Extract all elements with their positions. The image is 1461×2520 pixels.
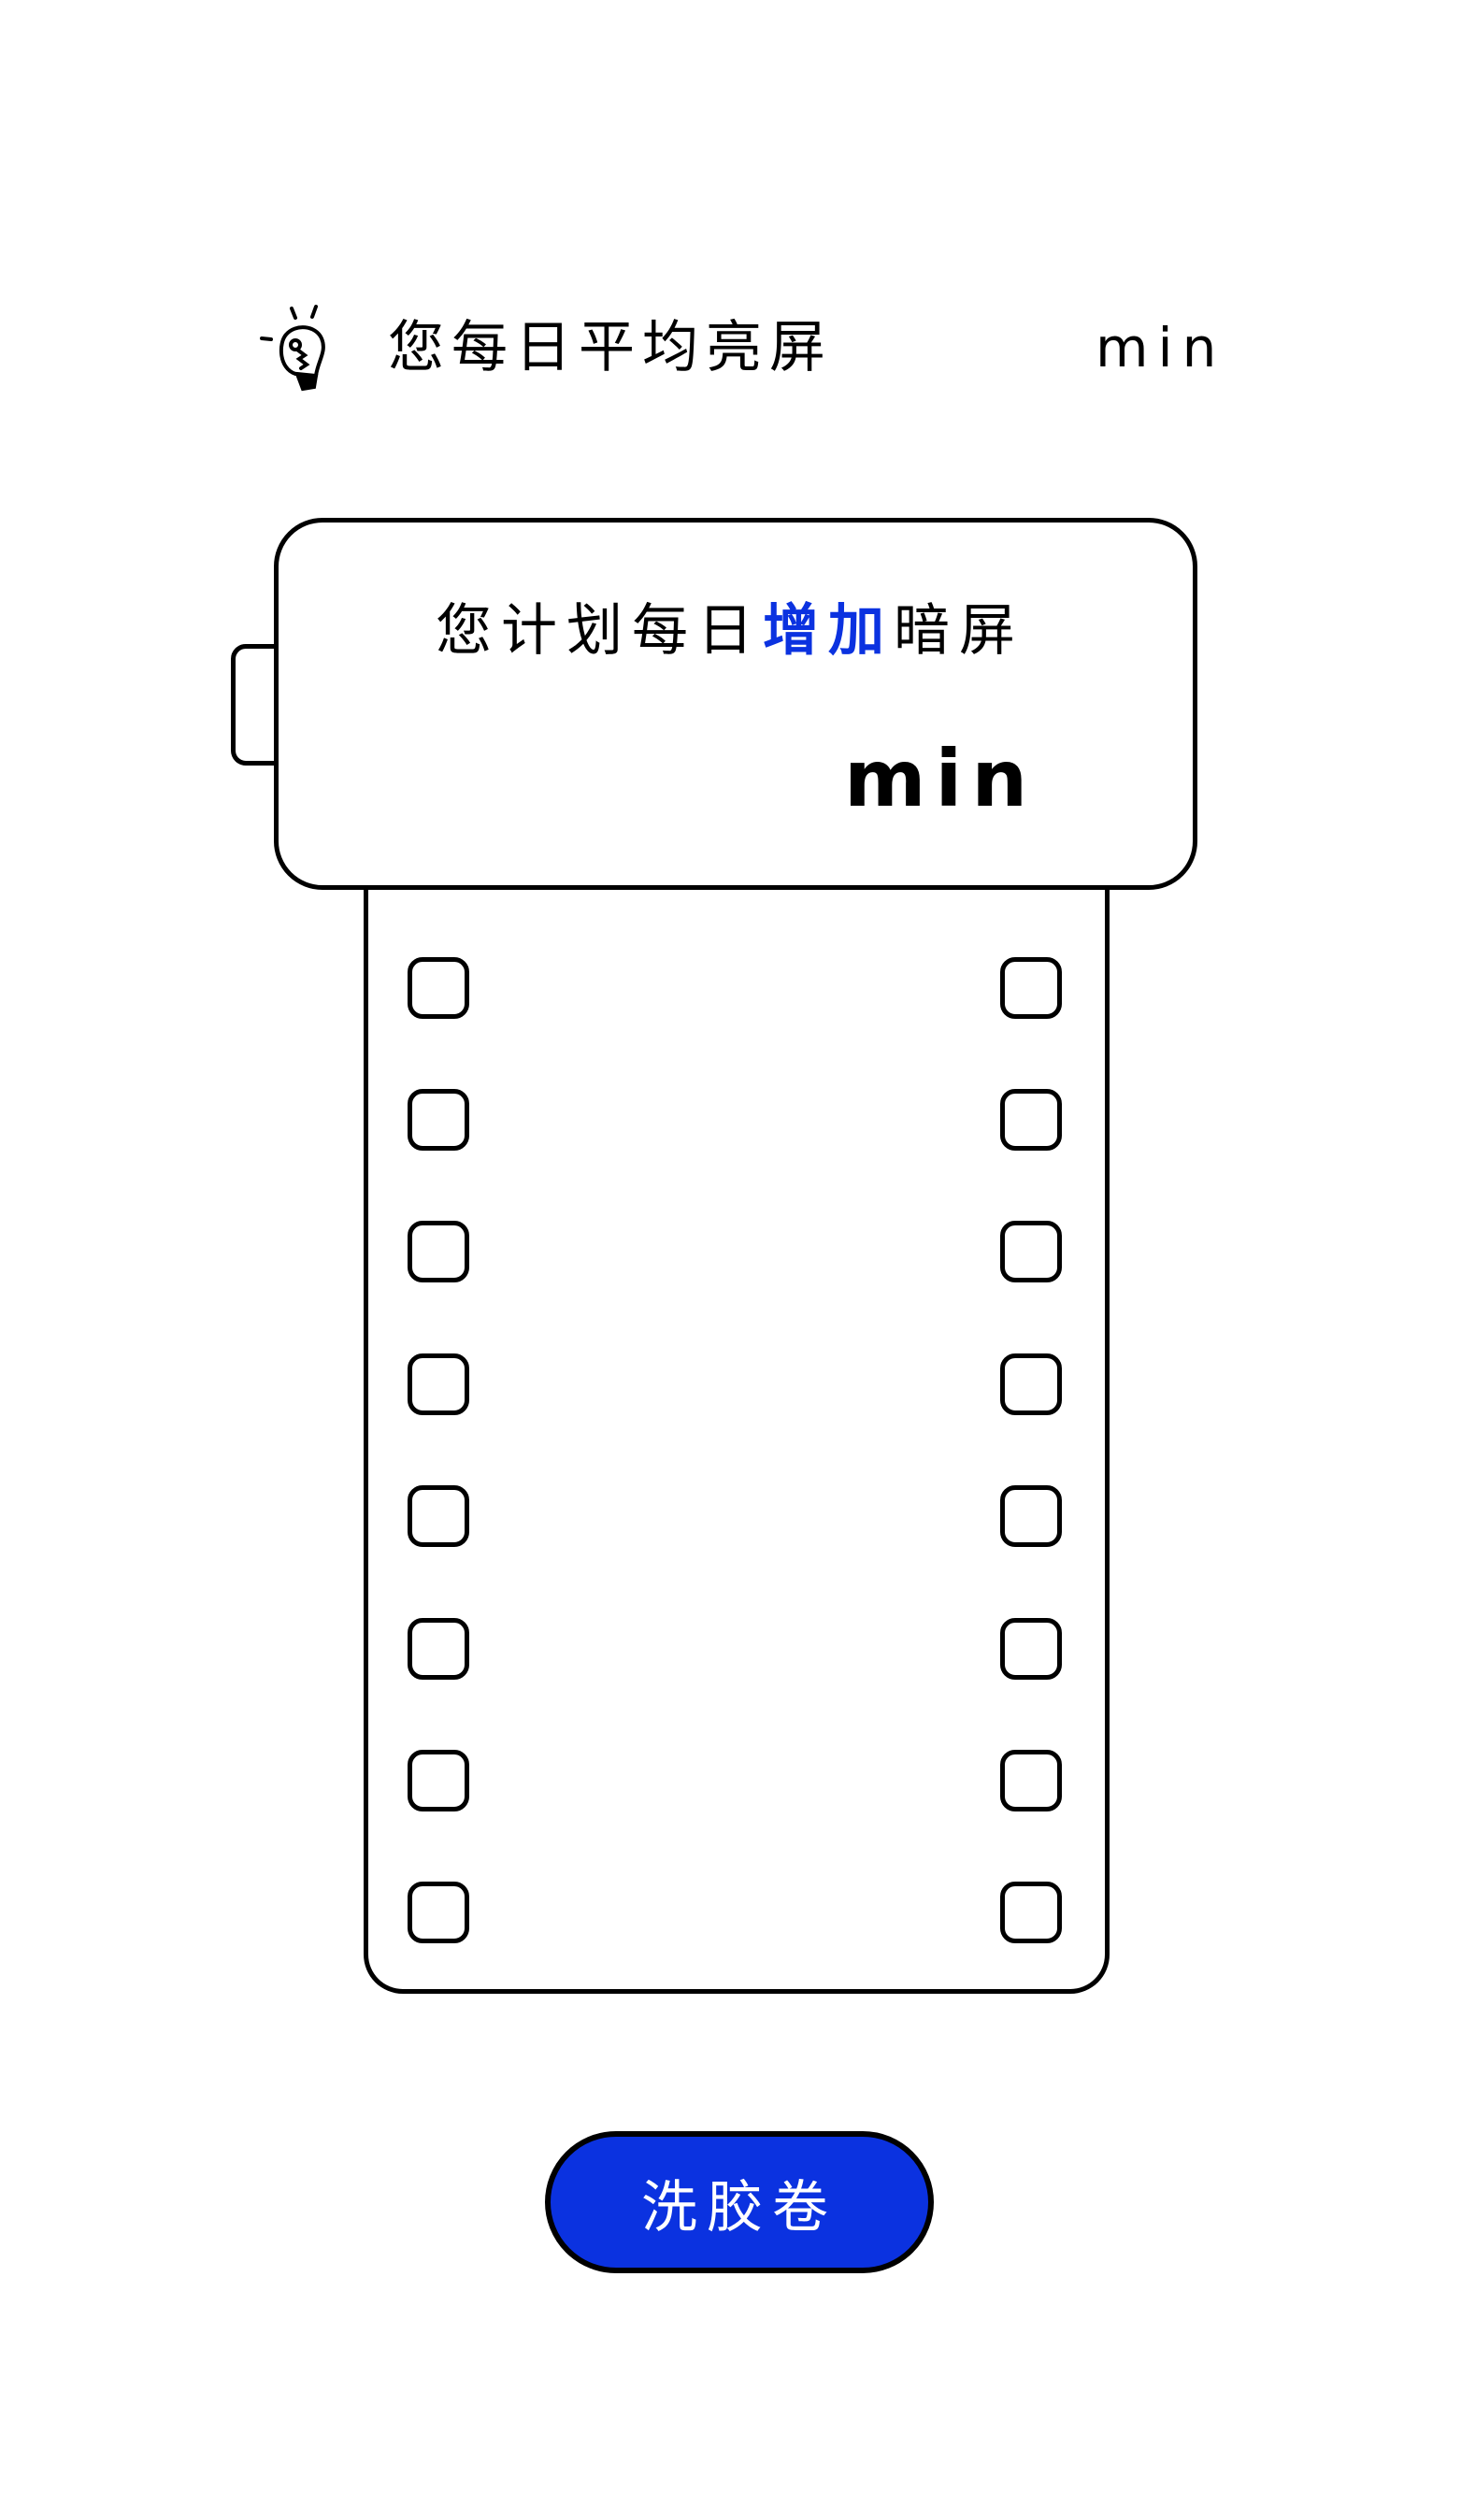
plan-card[interactable]: 您计划每日增加暗屏 min	[274, 518, 1197, 890]
right-film-hole	[1000, 1089, 1062, 1151]
average-screen-time-unit: min	[1096, 316, 1226, 379]
average-screen-time-label: 您每日平均亮屏	[388, 315, 833, 380]
plan-label-highlight: 增加	[763, 598, 894, 664]
develop-film-button[interactable]: 洗胶卷	[545, 2131, 934, 2273]
left-film-hole	[408, 1485, 469, 1547]
right-film-hole	[1000, 957, 1062, 1019]
left-film-hole	[408, 1221, 469, 1282]
right-film-hole	[1000, 1485, 1062, 1547]
left-film-hole	[408, 1618, 469, 1680]
left-film-hole	[408, 1353, 469, 1415]
lightbulb-icon	[260, 305, 325, 392]
film-strip	[364, 879, 1110, 1994]
left-film-hole	[408, 1750, 469, 1811]
right-film-hole	[1000, 1618, 1062, 1680]
plan-unit: min	[844, 733, 1038, 824]
right-film-hole	[1000, 1882, 1062, 1943]
right-film-hole	[1000, 1221, 1062, 1282]
plan-label-prefix: 您计划每日	[436, 598, 763, 664]
plan-label: 您计划每日增加暗屏	[436, 597, 1024, 665]
left-film-hole	[408, 1089, 469, 1151]
right-film-hole	[1000, 1353, 1062, 1415]
right-film-hole	[1000, 1750, 1062, 1811]
plan-label-suffix: 暗屏	[894, 598, 1024, 664]
left-film-hole	[408, 957, 469, 1019]
left-film-hole	[408, 1882, 469, 1943]
